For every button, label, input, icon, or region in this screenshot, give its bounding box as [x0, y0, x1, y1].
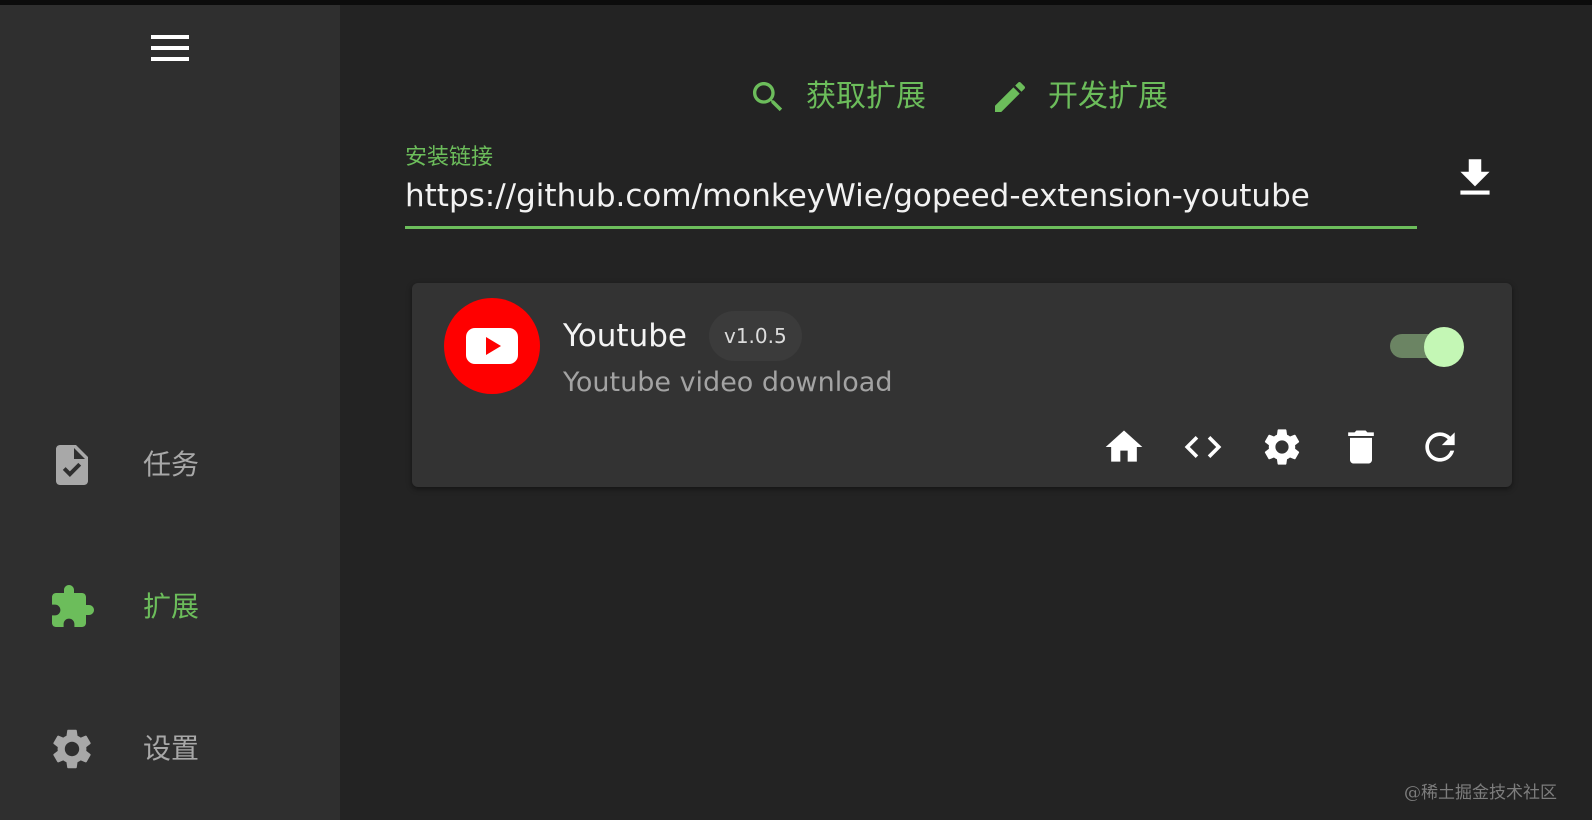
install-link-label: 安装链接 — [405, 145, 494, 170]
extension-settings-button[interactable] — [1260, 425, 1304, 469]
search-icon — [753, 82, 783, 112]
sidebar-item-label: 任务 — [143, 448, 200, 481]
extension-name: Youtube — [563, 318, 687, 354]
tab-label: 开发扩展 — [1048, 79, 1168, 114]
sidebar-item-tasks[interactable]: 任务 — [0, 420, 340, 510]
install-link-input[interactable] — [405, 170, 1417, 222]
download-icon — [1460, 159, 1490, 195]
input-underline — [405, 226, 1417, 229]
extension-delete-button[interactable] — [1339, 425, 1383, 469]
extension-source-button[interactable] — [1181, 425, 1225, 469]
menu-icon — [151, 35, 189, 61]
home-icon — [1105, 430, 1143, 462]
toggle-thumb — [1424, 327, 1464, 367]
gear-icon — [53, 729, 91, 769]
refresh-icon — [1425, 432, 1455, 462]
sidebar-item-label: 扩展 — [143, 590, 200, 623]
install-download-button[interactable] — [1450, 153, 1500, 203]
sidebar-item-settings[interactable]: 设置 — [0, 704, 340, 794]
extension-description: Youtube video download — [563, 367, 893, 398]
task-icon — [56, 445, 88, 485]
sidebar-item-label: 设置 — [143, 732, 200, 765]
tab-label: 获取扩展 — [806, 79, 926, 114]
gear-icon — [1264, 429, 1300, 465]
version-badge: v1.0.5 — [709, 311, 802, 361]
watermark: @稀土掘金技术社区 — [1404, 783, 1557, 803]
sidebar: 任务 扩展 设置 — [0, 5, 340, 820]
code-icon — [1184, 436, 1222, 458]
trash-icon — [1348, 430, 1374, 464]
extension-home-button[interactable] — [1102, 425, 1146, 469]
extension-card: Youtube v1.0.5 Youtube video download — [412, 283, 1512, 487]
pencil-icon — [995, 81, 1026, 112]
youtube-logo — [444, 298, 540, 394]
sidebar-item-extensions[interactable]: 扩展 — [0, 562, 340, 652]
tab-develop-extensions[interactable]: 开发扩展 — [990, 69, 1180, 125]
extension-update-button[interactable] — [1418, 425, 1462, 469]
tab-get-extensions[interactable]: 获取扩展 — [748, 69, 938, 125]
puzzle-icon — [52, 585, 94, 627]
menu-button[interactable] — [147, 29, 193, 69]
extension-enable-toggle[interactable] — [1388, 325, 1464, 367]
main-content: 获取扩展 开发扩展 安装链接 Youtube v1.0.5 Youtube vi… — [340, 5, 1592, 820]
